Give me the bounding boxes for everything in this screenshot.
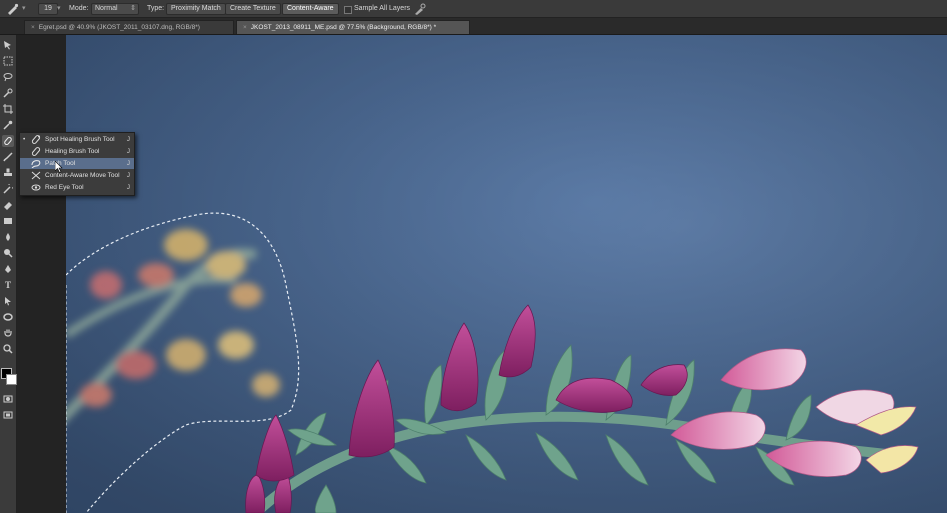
mode-value: Normal (95, 5, 118, 12)
brush-size-value: 19 (44, 5, 52, 12)
crop-icon[interactable] (2, 103, 14, 115)
close-icon[interactable]: × (243, 24, 247, 31)
shortcut-key: J (126, 136, 130, 143)
clone-stamp-icon[interactable] (2, 167, 14, 179)
menu-item-content-aware-move[interactable]: Content-Aware Move Tool J (20, 170, 134, 181)
type-icon[interactable]: T (2, 279, 14, 291)
healing-brush-tool-preset-icon[interactable] (6, 0, 20, 18)
tools-panel: T (0, 35, 17, 513)
quick-select-icon[interactable] (2, 87, 14, 99)
menu-item-label: Red Eye Tool (45, 184, 84, 191)
menu-item-red-eye[interactable]: Red Eye Tool J (20, 182, 134, 193)
eraser-icon[interactable] (2, 199, 14, 211)
eyedropper-icon[interactable] (2, 119, 14, 131)
content-aware-button[interactable]: Content-Aware (282, 3, 339, 15)
photo-succulent-flowers (66, 35, 947, 513)
chevron-down-icon[interactable]: ▾ (57, 0, 61, 18)
background-color-swatch[interactable] (6, 374, 17, 385)
content-aware-move-icon (31, 171, 41, 180)
red-eye-icon (31, 184, 41, 191)
proximity-match-button[interactable]: Proximity Match (166, 3, 226, 15)
history-brush-icon[interactable] (2, 183, 14, 195)
chevron-updown-icon: ⇕ (130, 5, 136, 12)
menu-item-spot-healing-brush[interactable]: • Spot Healing Brush Tool J (20, 134, 134, 145)
document-canvas[interactable] (66, 35, 947, 513)
path-select-icon[interactable] (2, 295, 14, 307)
quick-mask-icon[interactable] (2, 393, 14, 405)
menu-item-label: Healing Brush Tool (45, 148, 100, 155)
move-icon[interactable] (2, 39, 14, 51)
screen-mode-icon[interactable] (2, 409, 14, 421)
tab-label: Egret.psd @ 40.9% (JKOST_2011_03107.dng,… (38, 24, 200, 31)
tab-label: JKOST_2013_08911_ME.psd @ 77.5% (Backgro… (250, 24, 437, 31)
shortcut-key: J (126, 160, 130, 167)
healing-tools-flyout-menu: • Spot Healing Brush Tool J Healing Brus… (19, 132, 135, 196)
blur-icon[interactable] (2, 231, 14, 243)
spot-healing-icon (31, 135, 41, 144)
current-tool-bullet-icon: • (23, 136, 26, 143)
options-bar: ▾ 19 ▾ Mode: Normal ⇕ Type: Proximity Ma… (0, 0, 947, 18)
chevron-down-icon[interactable]: ▾ (22, 0, 26, 18)
tab-jkost-2013[interactable]: × JKOST_2013_08911_ME.psd @ 77.5% (Backgr… (236, 20, 470, 34)
gradient-icon[interactable] (2, 215, 14, 227)
mouse-cursor-icon (55, 161, 63, 173)
menu-item-patch-tool[interactable]: Patch Tool J (20, 158, 134, 169)
marquee-icon[interactable] (2, 55, 14, 67)
pressure-size-icon[interactable] (414, 0, 426, 18)
dodge-icon[interactable] (2, 247, 14, 259)
tab-egret[interactable]: × Egret.psd @ 40.9% (JKOST_2011_03107.dng… (24, 20, 234, 34)
document-tab-bar: × Egret.psd @ 40.9% (JKOST_2011_03107.dng… (0, 18, 947, 35)
menu-item-healing-brush[interactable]: Healing Brush Tool J (20, 146, 134, 157)
healing-brush-icon[interactable] (2, 135, 14, 147)
brush-size-picker[interactable]: 19 (38, 3, 58, 15)
menu-item-label: Spot Healing Brush Tool (45, 136, 115, 143)
shortcut-key: J (126, 148, 130, 155)
mode-label: Mode: (69, 5, 89, 12)
shortcut-key: J (126, 184, 130, 191)
lasso-icon[interactable] (2, 71, 14, 83)
patch-icon (31, 160, 41, 168)
sample-all-layers-checkbox[interactable] (344, 6, 352, 14)
hand-icon[interactable] (2, 327, 14, 339)
create-texture-button[interactable]: Create Texture (225, 3, 281, 15)
sample-all-layers-label: Sample All Layers (354, 5, 411, 12)
zoom-icon[interactable] (2, 343, 14, 355)
shape-icon[interactable] (2, 311, 14, 323)
shortcut-key: J (126, 172, 130, 179)
type-label: Type: (147, 5, 165, 12)
pen-icon[interactable] (2, 263, 14, 275)
mode-select[interactable]: Normal ⇕ (91, 3, 139, 15)
close-icon[interactable]: × (31, 24, 35, 31)
brush-icon[interactable] (2, 151, 14, 163)
healing-brush-icon (31, 147, 41, 156)
